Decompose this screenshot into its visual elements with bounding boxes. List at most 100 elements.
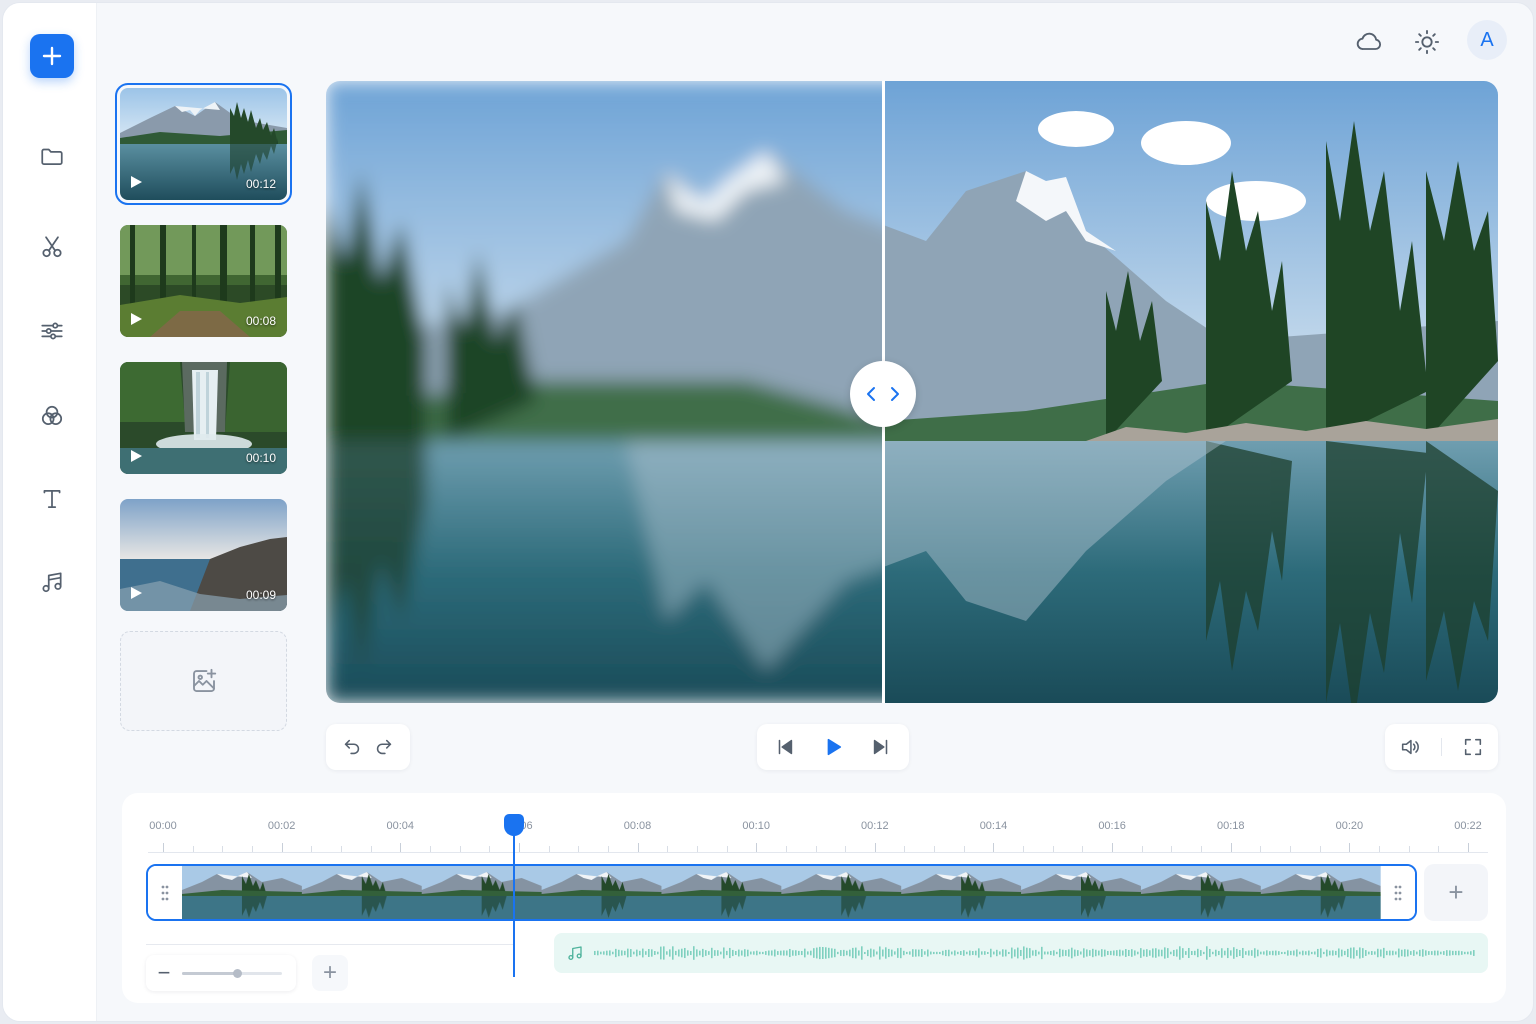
play-button[interactable] [813, 727, 853, 767]
waveform-bar [1062, 949, 1064, 957]
media-clip[interactable]: 00:10 [120, 362, 287, 474]
waveform-bar [939, 951, 941, 955]
waveform-bar [1437, 950, 1439, 956]
skip-back-button[interactable] [765, 727, 805, 767]
audio-track[interactable] [554, 933, 1488, 973]
sidebar-item-filters[interactable] [34, 398, 70, 434]
waveform-bar [1434, 950, 1436, 956]
waveform-bar [780, 950, 782, 956]
trim-handle-left[interactable] [148, 866, 182, 919]
waveform-bar [1461, 951, 1463, 955]
waveform-bar [1371, 951, 1373, 955]
drag-handle-icon [1394, 885, 1402, 900]
waveform-bar [1011, 947, 1013, 959]
waveform-bar [1293, 950, 1295, 956]
waveform-bar [741, 950, 743, 956]
waveform-bar [657, 951, 659, 955]
waveform-bar [1473, 950, 1475, 956]
ruler-tick [281, 843, 283, 852]
media-clip[interactable]: 00:08 [120, 225, 287, 337]
add-media-button[interactable] [120, 631, 287, 731]
waveform-bar [873, 949, 875, 957]
waveform-bar [1275, 950, 1277, 956]
waveform-bar [1101, 949, 1103, 957]
cloud-save-button[interactable] [1350, 23, 1388, 61]
sidebar-item-text[interactable] [34, 481, 70, 517]
sidebar-item-audio[interactable] [34, 564, 70, 600]
waveform-bar [1023, 946, 1025, 960]
playhead[interactable] [504, 814, 524, 977]
ruler-tick [756, 843, 758, 852]
timeline-tick-label: 00:22 [1454, 820, 1482, 832]
skip-forward-button[interactable] [861, 727, 901, 767]
waveform-bar [678, 949, 680, 957]
playhead-knob[interactable] [504, 814, 524, 836]
trim-handle-right[interactable] [1381, 866, 1415, 919]
waveform-bar [1215, 949, 1217, 957]
waveform-bar [639, 950, 641, 956]
waveform-bar [1008, 951, 1010, 955]
waveform-bar [1302, 950, 1304, 956]
sidebar-item-adjust[interactable] [34, 313, 70, 349]
zoom-in-button[interactable]: + [312, 955, 348, 991]
waveform-bar [645, 951, 647, 955]
waveform-bar [816, 947, 818, 959]
add-clip-button[interactable]: + [1424, 864, 1488, 921]
view-controls [1385, 724, 1498, 770]
new-project-button[interactable] [30, 34, 74, 78]
ruler-tick [667, 846, 669, 852]
waveform-bar [900, 947, 902, 959]
fullscreen-button[interactable] [1453, 727, 1493, 767]
text-icon [43, 490, 61, 508]
waveform-bar [1467, 951, 1469, 955]
video-track[interactable] [146, 864, 1417, 921]
redo-button[interactable] [364, 727, 404, 767]
play-icon [131, 450, 142, 462]
waveform-bar [999, 951, 1001, 955]
waveform-bar [1128, 949, 1130, 957]
media-clip[interactable]: 00:09 [120, 499, 287, 611]
waveform-bar [777, 951, 779, 955]
waveform-bar [1260, 951, 1262, 955]
waveform-bar [987, 951, 989, 955]
waveform-bar [729, 947, 731, 959]
video-preview[interactable] [326, 81, 1498, 703]
zoom-slider-knob[interactable] [233, 969, 242, 978]
waveform-bar [1107, 950, 1109, 956]
volume-button[interactable] [1390, 727, 1430, 767]
waveform-bar [1200, 950, 1202, 956]
waveform-bar [951, 951, 953, 955]
compare-handle[interactable] [850, 361, 916, 427]
waveform-bar [699, 950, 701, 956]
waveform-bar [1446, 950, 1448, 956]
waveform-bar [1356, 950, 1358, 956]
user-avatar[interactable]: A [1467, 20, 1507, 60]
waveform-bar [1317, 948, 1319, 958]
ruler-tick [696, 846, 698, 852]
ruler-tick [311, 846, 313, 852]
sidebar-item-cut[interactable] [34, 229, 70, 265]
timeline-ruler[interactable] [148, 843, 1488, 853]
waveform-bar [1266, 950, 1268, 956]
waveform-bar [1398, 948, 1400, 958]
waveform-bar [1206, 946, 1208, 960]
chevron-right-icon [891, 387, 899, 401]
zoom-out-button[interactable]: − [150, 959, 178, 987]
waveform-bar [855, 947, 857, 959]
media-clip[interactable]: 00:12 [115, 83, 292, 205]
theme-toggle-button[interactable] [1408, 23, 1446, 61]
ruler-tick [192, 846, 194, 852]
waveform-bar [1254, 948, 1256, 958]
ruler-tick [1349, 843, 1351, 852]
waveform-bar [861, 946, 863, 960]
sidebar-item-media[interactable] [34, 138, 70, 174]
waveform-bar [789, 948, 791, 958]
divider [1440, 738, 1442, 756]
ruler-tick [1112, 843, 1114, 852]
zoom-slider[interactable] [182, 969, 282, 978]
ruler-tick [726, 846, 728, 852]
waveform-bar [1314, 951, 1316, 955]
waveform-bar [1380, 949, 1382, 957]
waveform-bar [690, 950, 692, 956]
waveform-bar [1329, 950, 1331, 956]
